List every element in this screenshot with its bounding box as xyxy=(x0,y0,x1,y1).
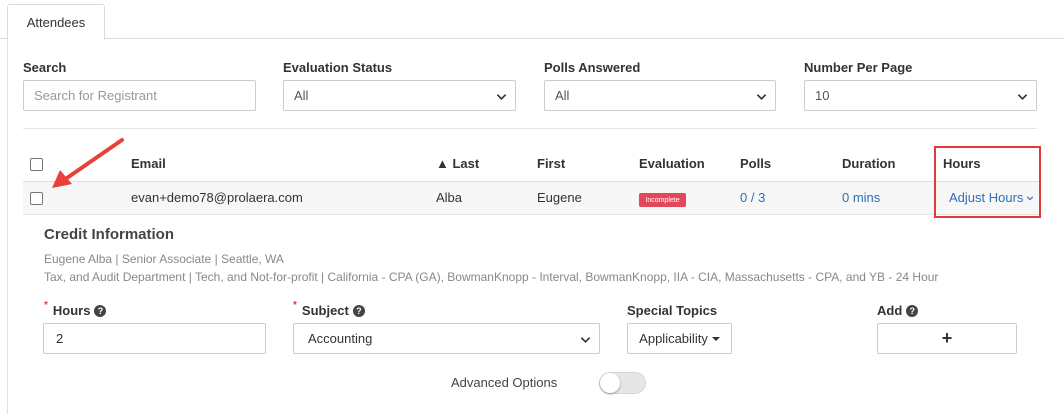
toggle-knob xyxy=(600,373,620,393)
row-first-name: Eugene xyxy=(537,190,582,205)
subject-label-text: Subject xyxy=(301,303,349,318)
column-header-last[interactable]: ▲ Last xyxy=(436,156,479,171)
add-label-text: Add xyxy=(877,303,903,318)
hours-input[interactable]: 2 xyxy=(43,323,266,354)
question-circle-icon[interactable]: ? xyxy=(94,304,107,317)
subject-select[interactable]: Accounting xyxy=(293,323,600,354)
row-checkbox[interactable] xyxy=(30,192,43,205)
evaluation-status-label: Evaluation Status xyxy=(283,60,393,75)
evaluation-status-badge: Incomplete xyxy=(639,193,686,207)
special-topics-label-text: Special Topics xyxy=(627,303,718,318)
evaluation-status-select[interactable]: All xyxy=(283,80,516,111)
hours-highlight-box xyxy=(934,146,1041,218)
number-per-page-label: Number Per Page xyxy=(804,60,913,75)
column-header-polls[interactable]: Polls xyxy=(740,156,771,171)
row-duration-link[interactable]: 0 mins xyxy=(842,190,880,205)
required-marker: * xyxy=(44,300,48,311)
chevron-down-icon xyxy=(496,94,507,100)
select-all-checkbox[interactable] xyxy=(30,158,43,171)
special-topics-label: Special Topics xyxy=(627,303,717,318)
number-per-page-select[interactable]: 10 xyxy=(804,80,1037,111)
plus-icon: + xyxy=(941,328,953,348)
add-credit-button[interactable]: + xyxy=(877,323,1017,354)
hours-label-text: Hours xyxy=(52,303,91,318)
row-email: evan+demo78@prolaera.com xyxy=(131,190,303,205)
column-header-first[interactable]: First xyxy=(537,156,565,171)
tab-attendees[interactable]: Attendees xyxy=(7,4,105,40)
required-marker: * xyxy=(293,300,297,311)
chevron-down-icon xyxy=(580,337,591,343)
credit-information-title: Credit Information xyxy=(44,226,174,243)
column-header-duration[interactable]: Duration xyxy=(842,156,895,171)
question-circle-icon[interactable]: ? xyxy=(352,304,365,317)
caret-down-icon xyxy=(711,336,720,341)
evaluation-status-value: All xyxy=(294,88,309,103)
advanced-options-label: Advanced Options xyxy=(451,375,558,390)
column-header-evaluation[interactable]: Evaluation xyxy=(639,156,705,171)
polls-answered-value: All xyxy=(555,88,570,103)
polls-answered-select[interactable]: All xyxy=(544,80,776,111)
attendee-credentials-line: Tax, and Audit Department | Tech, and No… xyxy=(44,270,939,284)
subject-value: Accounting xyxy=(308,331,373,346)
hours-field-label: * Hours ? xyxy=(44,300,107,318)
filter-divider xyxy=(23,128,1037,129)
subject-field-label: * Subject ? xyxy=(293,300,365,318)
row-last-name: Alba xyxy=(436,190,463,205)
red-arrow-annotation xyxy=(52,138,124,188)
add-field-label: Add ? xyxy=(877,303,919,318)
question-circle-icon[interactable]: ? xyxy=(906,304,919,317)
column-header-email[interactable]: Email xyxy=(131,156,166,171)
advanced-options-toggle[interactable] xyxy=(599,372,646,394)
chevron-down-icon xyxy=(756,94,767,100)
attendee-profile-line: Eugene Alba | Senior Associate | Seattle… xyxy=(44,252,284,266)
number-per-page-value: 10 xyxy=(815,88,830,103)
chevron-down-icon xyxy=(1017,94,1028,100)
applicability-label: Applicability xyxy=(639,331,708,346)
tab-bar: Attendees xyxy=(0,0,1064,40)
search-input[interactable]: Search for Registrant xyxy=(23,80,256,111)
row-polls-link[interactable]: 0 / 3 xyxy=(740,190,765,205)
polls-answered-label: Polls Answered xyxy=(544,60,641,75)
applicability-dropdown-button[interactable]: Applicability xyxy=(627,323,732,354)
search-label: Search xyxy=(23,60,67,75)
